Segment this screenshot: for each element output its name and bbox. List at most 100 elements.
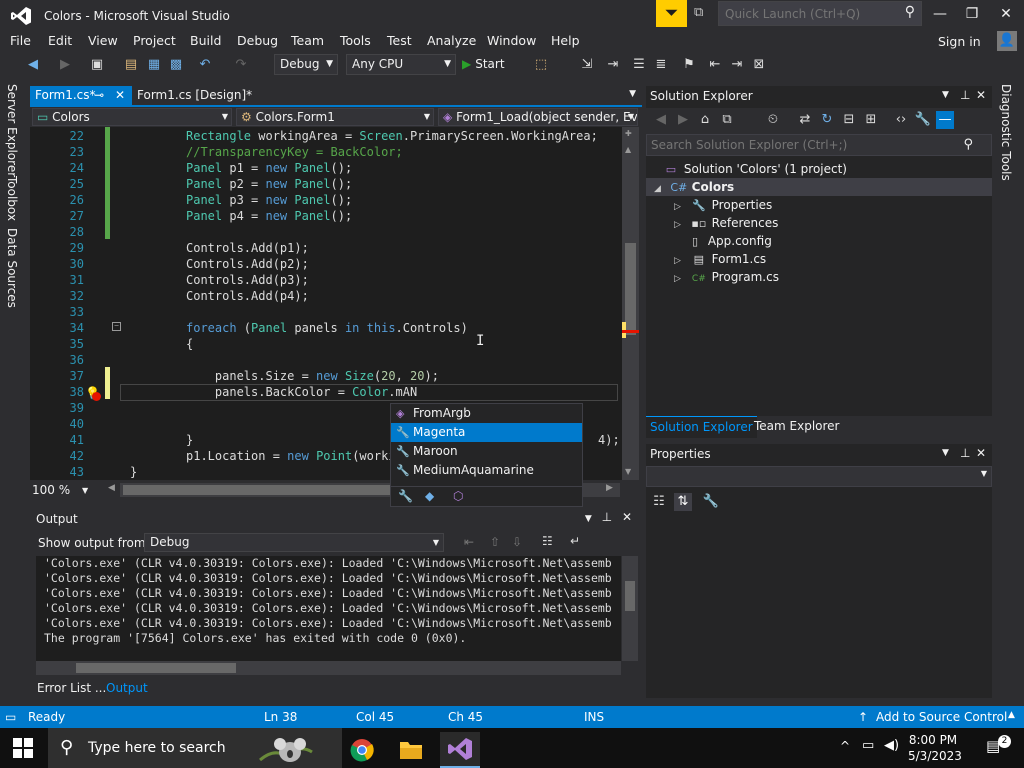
pin-icon[interactable]: ⊥ — [960, 446, 970, 460]
next-bookmark-icon[interactable]: ⇥ — [728, 56, 746, 74]
editor-vertical-scrollbar[interactable]: ✚ ▲ ▼ — [622, 127, 639, 480]
search-icon[interactable]: ⚲ — [905, 4, 915, 20]
toggle-word-wrap-icon[interactable]: ↵ — [570, 534, 580, 548]
menu-window[interactable]: Window — [487, 33, 536, 48]
minimize-button[interactable]: — — [926, 3, 954, 25]
menu-help[interactable]: Help — [551, 33, 580, 48]
tab-solution-explorer[interactable]: Solution Explorer — [646, 416, 757, 438]
completion-item-fromargb[interactable]: ◈ FromArgb — [391, 404, 582, 423]
completion-item-mediumaquamarine[interactable]: 🔧 MediumAquamarine — [391, 461, 582, 480]
tab-form1-cs[interactable]: Form1.cs* ⊸ ✕ — [30, 86, 132, 105]
collapse-region-icon[interactable]: − — [112, 322, 121, 331]
collapse-all-icon[interactable]: ⊟ — [840, 111, 858, 129]
show-hidden-icons-chevron-icon[interactable]: ^ — [840, 739, 850, 753]
properties-wrench-icon[interactable]: 🔧 — [914, 111, 932, 129]
output-horizontal-scrollbar[interactable] — [36, 661, 621, 675]
file-explorer-taskbar-icon[interactable] — [391, 732, 431, 768]
feedback-funnel-icon[interactable]: ⏷ — [656, 0, 687, 27]
tab-form1-design[interactable]: Form1.cs [Design]* — [132, 86, 280, 105]
close-pane-icon[interactable]: ✕ — [976, 88, 986, 102]
tree-item-app-config[interactable]: ▯ App.config — [686, 232, 772, 250]
clear-all-icon[interactable]: ☷ — [542, 534, 553, 548]
horizontal-scroll-thumb[interactable] — [123, 485, 393, 495]
categorized-icon[interactable]: ☷ — [650, 493, 668, 511]
filter-methods-icon[interactable]: ⬡ — [453, 489, 463, 503]
close-pane-icon[interactable]: ✕ — [622, 510, 632, 524]
view-code-icon[interactable]: ‹› — [892, 111, 910, 129]
pending-changes-filter-icon[interactable]: ⏲ — [764, 111, 782, 129]
pane-menu-chevron-icon[interactable]: ▼ — [585, 514, 592, 524]
collapsed-arrow-icon[interactable]: ▷ — [674, 270, 686, 288]
completion-item-magenta[interactable]: 🔧 Magenta — [391, 423, 582, 442]
intellisense-completion-list[interactable]: ◈ FromArgb 🔧 Magenta 🔧 Maroon 🔧 MediumAquama… — [390, 403, 583, 507]
quick-launch[interactable]: ⚲ — [718, 1, 922, 26]
menu-debug[interactable]: Debug — [237, 33, 278, 48]
upload-arrow-icon[interactable]: ↑ — [858, 710, 868, 724]
properties-object-select[interactable]: ▼ — [646, 466, 992, 487]
close-tab-icon[interactable]: ✕ — [115, 86, 125, 105]
output-hscroll-thumb[interactable] — [76, 663, 236, 673]
menu-tools[interactable]: Tools — [340, 33, 371, 48]
volume-icon[interactable]: ◀) — [884, 738, 899, 753]
split-editor-icon[interactable]: ✚ — [625, 129, 632, 138]
output-text-area[interactable]: 'Colors.exe' (CLR v4.0.30319: Colors.exe… — [36, 556, 621, 666]
scroll-up-icon[interactable]: ▲ — [625, 145, 631, 154]
tab-output[interactable]: Output — [106, 681, 148, 695]
solution-configuration-select[interactable]: Debug ▼ — [274, 54, 338, 75]
save-icon[interactable]: ▦ — [145, 56, 163, 74]
browser-link-icon[interactable]: ⬚ — [532, 56, 550, 74]
pin-icon[interactable]: ⊥ — [960, 88, 970, 102]
navigate-back-icon[interactable]: ◀ — [24, 56, 42, 74]
switch-views-icon[interactable]: ⧉ — [718, 111, 736, 129]
output-vertical-scrollbar[interactable] — [622, 556, 638, 661]
close-pane-icon[interactable]: ✕ — [976, 446, 986, 460]
add-to-source-control-button[interactable]: Add to Source Control — [876, 710, 1007, 724]
pin-icon[interactable]: ⊸ — [94, 86, 104, 105]
koala-search-highlight-icon[interactable] — [256, 730, 314, 766]
menu-analyze[interactable]: Analyze — [427, 33, 476, 48]
next-message-icon[interactable]: ⇩ — [512, 535, 522, 549]
scroll-left-icon[interactable]: ◀ — [108, 483, 115, 493]
step-into-icon[interactable]: ⇲ — [578, 56, 596, 74]
redo-icon[interactable]: ↷ — [232, 56, 250, 74]
refresh-icon[interactable]: ↻ — [818, 111, 836, 129]
class-dropdown[interactable]: ⚙ Colors.Form1 ▼ — [236, 108, 434, 126]
tree-item-form1-cs[interactable]: ▷ ▤ Form1.cs — [674, 250, 766, 268]
navigate-forward-icon[interactable]: ▶ — [56, 56, 74, 74]
sync-with-document-icon[interactable]: ⇄ — [796, 111, 814, 129]
visual-studio-taskbar-icon[interactable] — [440, 732, 480, 768]
alphabetical-icon[interactable]: ⇅ — [674, 493, 692, 511]
solution-explorer-search[interactable]: ⚲ — [646, 134, 992, 156]
sign-in-link[interactable]: Sign in — [938, 34, 981, 49]
clock-time[interactable]: 8:00 PM — [908, 733, 958, 747]
toolbox-tab[interactable]: Toolbox — [5, 176, 19, 221]
new-project-icon[interactable]: ▣ — [88, 56, 106, 74]
forward-icon[interactable]: ▶ — [674, 111, 692, 129]
solution-platform-select[interactable]: Any CPU ▼ — [346, 54, 456, 75]
comment-out-icon[interactable]: ☰ — [630, 56, 648, 74]
pane-menu-chevron-icon[interactable]: ▼ — [942, 90, 949, 100]
filter-fields-cube-icon[interactable]: ◆ — [425, 489, 434, 503]
save-all-icon[interactable]: ▩ — [167, 56, 185, 74]
pin-icon[interactable]: ⊥ — [602, 510, 612, 524]
menu-test[interactable]: Test — [387, 33, 412, 48]
step-over-icon[interactable]: ⇥ — [604, 56, 622, 74]
completion-item-maroon[interactable]: 🔧 Maroon — [391, 442, 582, 461]
property-pages-wrench-icon[interactable]: 🔧 — [702, 493, 720, 511]
preview-selected-items-icon[interactable]: — — [936, 111, 954, 129]
chevron-up-icon[interactable]: ▲ — [1008, 710, 1015, 720]
menu-file[interactable]: File — [10, 33, 31, 48]
scroll-right-icon[interactable]: ▶ — [606, 483, 613, 493]
editor-scroll-thumb[interactable] — [625, 243, 636, 335]
notifications-icon[interactable]: ⧉ — [694, 5, 712, 23]
tab-team-explorer[interactable]: Team Explorer — [750, 416, 844, 438]
show-all-files-icon[interactable]: ⊞ — [862, 111, 880, 129]
filter-properties-wrench-icon[interactable]: 🔧 — [398, 489, 413, 503]
tree-item-solution[interactable]: ▭ Solution 'Colors' (1 project) — [662, 160, 847, 178]
chrome-taskbar-icon[interactable] — [342, 732, 382, 768]
pane-menu-chevron-icon[interactable]: ▼ — [942, 448, 949, 458]
uncomment-icon[interactable]: ≣ — [652, 56, 670, 74]
quick-launch-input[interactable] — [719, 2, 897, 25]
menu-edit[interactable]: Edit — [48, 33, 72, 48]
tree-item-program-cs[interactable]: ▷ C# Program.cs — [674, 268, 779, 286]
